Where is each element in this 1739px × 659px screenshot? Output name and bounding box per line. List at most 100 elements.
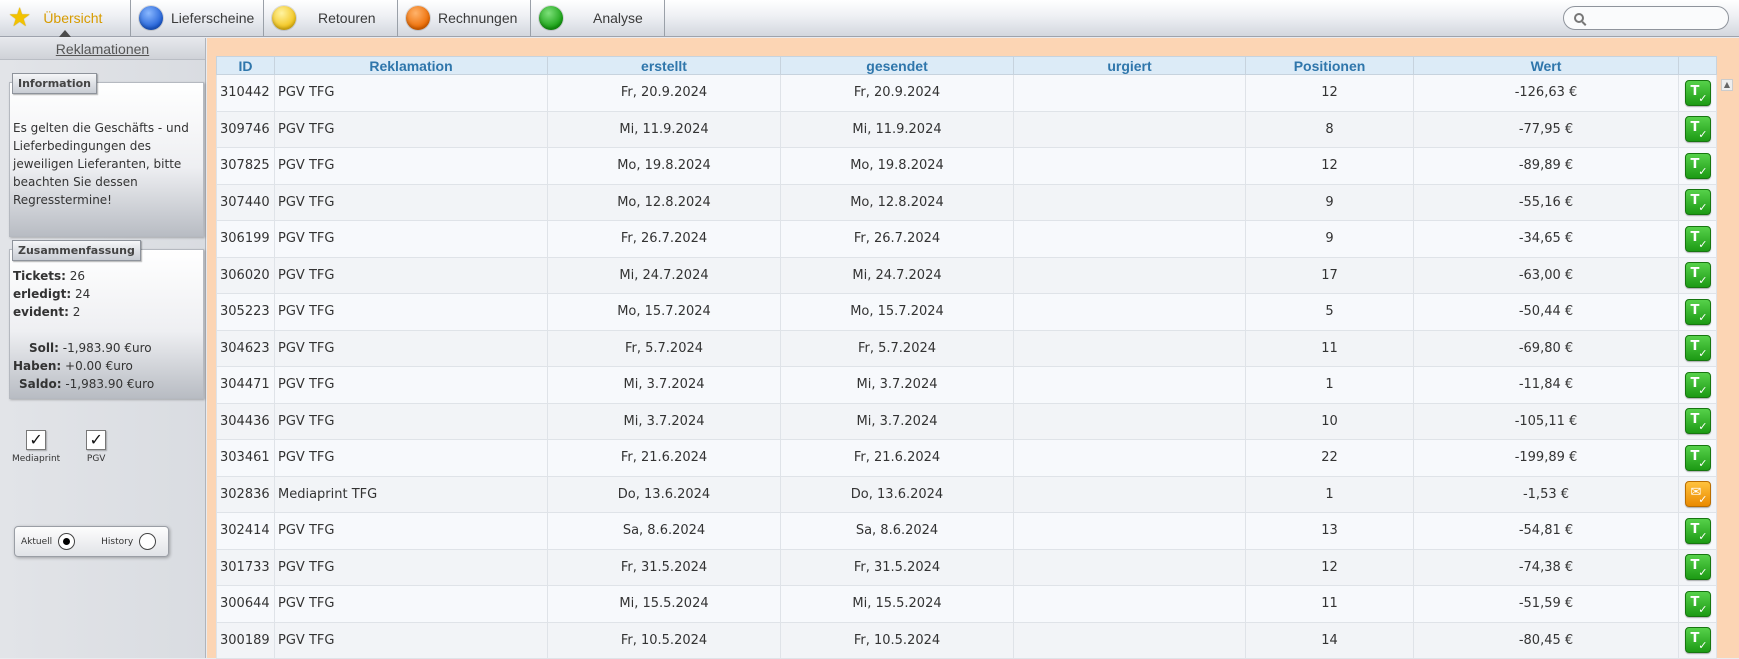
cell-action: T ✓ [1678, 147, 1717, 185]
ticket-done-icon[interactable]: T ✓ [1684, 371, 1711, 398]
table-row[interactable]: 302836 Mediaprint TFG Do, 13.6.2024 Do, 13.… [216, 475, 1717, 513]
table-row[interactable]: 310442 PGV TFG Fr, 20.9.2024 Fr, 20.9.2024 1… [216, 74, 1717, 112]
cell-id: 304436 [216, 402, 275, 440]
table-row[interactable]: 302414 PGV TFG Sa, 8.6.2024 Sa, 8.6.2024 13-… [216, 512, 1717, 550]
saldo-value: -1,983.90 €uro [65, 377, 155, 391]
cell-action: T ✓ [1678, 293, 1717, 331]
cell-action: T ✓ [1678, 256, 1717, 294]
ticket-done-icon[interactable]: T ✓ [1684, 408, 1711, 435]
evident-value: 2 [72, 305, 81, 319]
ticket-done-icon[interactable]: T ✓ [1684, 298, 1711, 325]
column-header-gesendet[interactable]: gesendet [780, 56, 1014, 75]
ticket-done-icon[interactable]: T ✓ [1684, 335, 1711, 362]
cell-value: -51,59 € [1413, 585, 1679, 623]
scroll-up-arrow-icon[interactable]: ▲ [1721, 79, 1733, 91]
ticket-done-icon[interactable]: T ✓ [1684, 189, 1711, 216]
table-row[interactable]: 306199 PGV TFG Fr, 26.7.2024 Fr, 26.7.2024 9… [216, 220, 1717, 258]
column-header-urgiert[interactable]: urgiert [1013, 56, 1246, 75]
table-row[interactable]: 300644 PGV TFG Mi, 15.5.2024 Mi, 15.5.2024 1… [216, 585, 1717, 623]
table-row[interactable]: 300189 PGV TFG Fr, 10.5.2024 Fr, 10.5.2024 1… [216, 621, 1717, 659]
cell-urged [1013, 110, 1246, 148]
cell-sent: Mo, 15.7.2024 [780, 293, 1014, 331]
tickets-label: Tickets: [13, 269, 66, 283]
tab-retouren[interactable]: Retouren [264, 0, 398, 36]
cell-urged [1013, 329, 1246, 367]
pgv-checkbox[interactable]: ✓ [86, 430, 107, 450]
cell-id: 310442 [216, 74, 275, 112]
table-row[interactable]: 304471 PGV TFG Mi, 3.7.2024 Mi, 3.7.2024 1 -1… [216, 366, 1717, 404]
cell-sent: Fr, 31.5.2024 [780, 548, 1014, 586]
mail-status-icon[interactable]: ✉ ✓ [1684, 481, 1711, 508]
column-header-id[interactable]: ID [216, 56, 275, 75]
cell-created: Fr, 26.7.2024 [547, 220, 781, 258]
cell-name: PGV TFG [274, 585, 548, 623]
ticket-done-icon[interactable]: T ✓ [1684, 444, 1711, 471]
information-text: Es gelten die Geschäfts - und Lieferbedi… [13, 121, 189, 207]
cell-urged [1013, 548, 1246, 586]
cell-id: 306199 [216, 220, 275, 258]
tab-uebersicht[interactable]: ★ Übersicht [0, 0, 131, 37]
ticket-done-icon[interactable]: T ✓ [1684, 116, 1711, 143]
cell-action: T ✓ [1678, 402, 1717, 440]
table-row[interactable]: 304623 PGV TFG Fr, 5.7.2024 Fr, 5.7.2024 11-… [216, 329, 1717, 367]
cell-id: 300189 [216, 621, 275, 659]
summary-tab[interactable]: Zusammenfassung [12, 240, 141, 261]
column-header-reklamation[interactable]: Reklamation [274, 56, 548, 75]
table-body: 310442 PGV TFG Fr, 20.9.2024 Fr, 20.9.2024 1… [216, 74, 1717, 659]
table-row[interactable]: 307440 PGV TFG Mo, 12.8.2024 Mo, 12.8.2024 9… [216, 183, 1717, 221]
table-row[interactable]: 304436 PGV TFG Mi, 3.7.2024 Mi, 3.7.2024 10-… [216, 402, 1717, 440]
table-row[interactable]: 305223 PGV TFG Mo, 15.7.2024 Mo, 15.7.2024 5… [216, 293, 1717, 331]
mediaprint-checkbox[interactable]: ✓ [26, 430, 47, 450]
information-tab[interactable]: Information [12, 73, 97, 94]
ticket-done-icon[interactable]: T ✓ [1684, 152, 1711, 179]
table-row[interactable]: 303461 PGV TFG Fr, 21.6.2024 Fr, 21.6.2024 2… [216, 439, 1717, 477]
column-header-wert[interactable]: Wert [1413, 56, 1679, 75]
tab-analyse[interactable]: Analyse [531, 0, 665, 36]
cell-sent: Fr, 20.9.2024 [780, 74, 1014, 112]
cell-action: T ✓ [1678, 585, 1717, 623]
cell-name: PGV TFG [274, 366, 548, 404]
tab-label: Retouren [318, 10, 376, 26]
column-header-erstellt[interactable]: erstellt [547, 56, 781, 75]
aktuell-radio[interactable] [58, 533, 76, 550]
cell-name: Mediaprint TFG [274, 475, 548, 513]
cell-urged [1013, 475, 1246, 513]
ticket-done-icon[interactable]: T ✓ [1684, 262, 1711, 289]
table-row[interactable]: 307825 PGV TFG Mo, 19.8.2024 Mo, 19.8.2024 1… [216, 147, 1717, 185]
history-radio[interactable] [139, 533, 157, 550]
cell-positions: 11 [1245, 585, 1414, 623]
ticket-done-icon[interactable]: T ✓ [1684, 79, 1711, 106]
column-header-positionen[interactable]: Positionen [1245, 56, 1414, 75]
ticket-done-icon[interactable]: T ✓ [1684, 554, 1711, 581]
cell-value: -105,11 € [1413, 402, 1679, 440]
cell-created: Fr, 10.5.2024 [547, 621, 781, 659]
tab-lieferscheine[interactable]: Lieferscheine [131, 0, 264, 36]
tab-rechnungen[interactable]: Rechnungen [398, 0, 531, 36]
table-row[interactable]: 306020 PGV TFG Mi, 24.7.2024 Mi, 24.7.2024 1… [216, 256, 1717, 294]
cell-value: -11,84 € [1413, 366, 1679, 404]
ticket-done-icon[interactable]: T ✓ [1684, 627, 1711, 654]
cell-sent: Fr, 26.7.2024 [780, 220, 1014, 258]
top-navigation: ★ Übersicht Lieferscheine Retouren Rechn… [0, 0, 1739, 37]
ticket-done-icon[interactable]: T ✓ [1684, 590, 1711, 617]
main-content: ID Reklamation erstellt gesendet urgiert… [207, 38, 1739, 659]
search-input[interactable] [1588, 8, 1718, 28]
table-row[interactable]: 309746 PGV TFG Mi, 11.9.2024 Mi, 11.9.2024 8… [216, 110, 1717, 148]
cell-sent: Fr, 5.7.2024 [780, 329, 1014, 367]
cell-positions: 12 [1245, 147, 1414, 185]
cell-value: -54,81 € [1413, 512, 1679, 550]
cell-id: 307825 [216, 147, 275, 185]
done-label: erledigt: [13, 287, 72, 301]
cell-urged [1013, 293, 1246, 331]
ticket-done-icon[interactable]: T ✓ [1684, 225, 1711, 252]
cell-created: Mi, 15.5.2024 [547, 585, 781, 623]
supplier-filters: ✓ Mediaprint ✓ PGV [12, 430, 107, 464]
cell-positions: 8 [1245, 110, 1414, 148]
done-value: 24 [74, 287, 91, 301]
cell-name: PGV TFG [274, 74, 548, 112]
star-icon: ★ [8, 3, 32, 33]
ticket-done-icon[interactable]: T ✓ [1684, 517, 1711, 544]
cell-name: PGV TFG [274, 402, 548, 440]
cell-sent: Mi, 3.7.2024 [780, 402, 1014, 440]
table-row[interactable]: 301733 PGV TFG Fr, 31.5.2024 Fr, 31.5.2024 1… [216, 548, 1717, 586]
